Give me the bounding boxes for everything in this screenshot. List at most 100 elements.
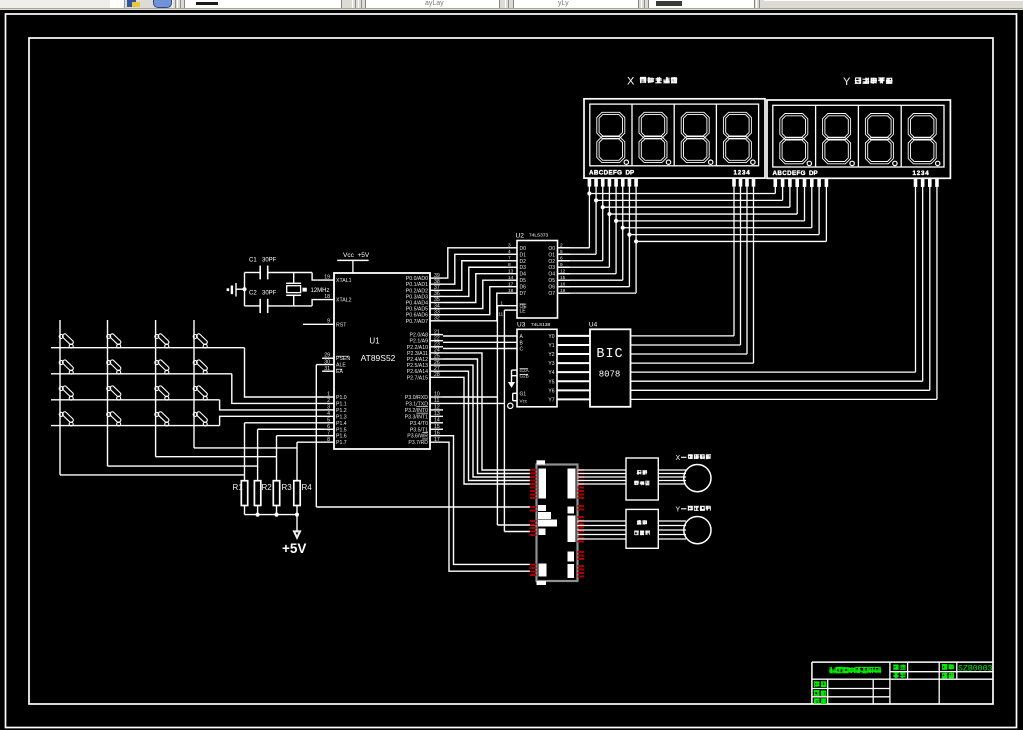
svg-text:1234: 1234 [734, 169, 751, 176]
svg-text:6: 6 [327, 424, 330, 430]
svg-text:29: 29 [324, 352, 330, 358]
svg-text:ABCDEFG: ABCDEFG [589, 169, 622, 176]
svg-text:19: 19 [560, 288, 566, 294]
svg-text:X: X [627, 76, 635, 88]
svg-text:12MHz: 12MHz [311, 288, 330, 294]
svg-text:A: A [520, 334, 524, 340]
svg-text:P2.1/A9: P2.1/A9 [410, 339, 429, 345]
svg-text:P2.2/A10: P2.2/A10 [407, 345, 428, 351]
svg-text:C2: C2 [249, 291, 257, 297]
svg-text:Y5: Y5 [548, 379, 554, 385]
svg-text:7: 7 [508, 256, 511, 262]
svg-text:17: 17 [508, 281, 514, 287]
svg-text:P2.7/A15: P2.7/A15 [407, 375, 428, 381]
svg-text:P1.0: P1.0 [336, 395, 347, 401]
svg-text:PSEN: PSEN [336, 356, 350, 362]
svg-text:U2: U2 [516, 233, 525, 240]
svg-text:O3: O3 [548, 265, 555, 271]
svg-text:P1.4: P1.4 [336, 421, 347, 427]
svg-text:DP: DP [626, 169, 635, 176]
svg-text:D3: D3 [520, 265, 527, 271]
svg-text:Y6: Y6 [548, 388, 554, 394]
svg-text:16: 16 [434, 430, 440, 436]
svg-text:P2.3/A11: P2.3/A11 [407, 351, 428, 357]
svg-text:C1: C1 [249, 258, 257, 264]
svg-text:Y: Y [676, 507, 681, 514]
svg-text:4: 4 [327, 411, 330, 417]
svg-text:D1: D1 [520, 252, 527, 258]
svg-text:P1.5: P1.5 [336, 427, 347, 433]
svg-text:31: 31 [324, 366, 330, 372]
svg-text:D0: D0 [520, 246, 527, 252]
svg-text:Y4: Y4 [548, 370, 554, 376]
svg-text:C: C [520, 347, 524, 353]
svg-text:32: 32 [434, 316, 440, 322]
svg-text:Y: Y [843, 76, 851, 88]
svg-text:7: 7 [327, 430, 330, 436]
svg-text:U4: U4 [589, 322, 598, 329]
svg-text:SZB0003: SZB0003 [958, 665, 992, 674]
svg-text:15: 15 [434, 424, 440, 430]
svg-text:P1.7: P1.7 [336, 440, 347, 446]
svg-text:21: 21 [434, 329, 440, 335]
svg-text:18: 18 [324, 294, 330, 300]
svg-text:3: 3 [508, 243, 511, 249]
svg-text:Y0: Y0 [548, 334, 554, 340]
svg-text:11: 11 [434, 398, 439, 404]
svg-text:74LS138: 74LS138 [531, 322, 551, 328]
svg-text:33: 33 [434, 309, 440, 315]
svg-text:39: 39 [434, 273, 440, 279]
svg-text:35: 35 [434, 297, 440, 303]
svg-text:P0.2/AD2: P0.2/AD2 [406, 288, 428, 294]
svg-text:Y1: Y1 [548, 343, 554, 349]
svg-text:P2.4/A12: P2.4/A12 [407, 357, 428, 363]
svg-text:O6: O6 [548, 285, 555, 291]
svg-text:11: 11 [498, 312, 503, 318]
svg-text:13: 13 [508, 269, 514, 275]
svg-text:X: X [676, 455, 681, 462]
svg-text:24: 24 [434, 348, 440, 354]
svg-text:O7: O7 [548, 291, 555, 297]
svg-text:P1.2: P1.2 [336, 408, 347, 414]
svg-text:+5V: +5V [358, 252, 370, 259]
svg-text:P0.0/AD0: P0.0/AD0 [406, 276, 428, 282]
svg-text:R4: R4 [302, 483, 313, 492]
svg-text:30PF: 30PF [262, 291, 277, 297]
svg-text:14: 14 [508, 275, 514, 281]
svg-text:9: 9 [560, 262, 563, 268]
svg-text:U3: U3 [517, 322, 526, 329]
svg-text:D6: D6 [520, 285, 527, 291]
svg-text:RST: RST [336, 322, 347, 328]
svg-text:U1: U1 [369, 337, 380, 346]
svg-text:B: B [520, 340, 524, 346]
svg-text:P2.0/A8: P2.0/A8 [410, 333, 429, 339]
svg-text:R1: R1 [233, 483, 244, 492]
svg-text:P1.3: P1.3 [336, 414, 347, 420]
svg-text:9: 9 [327, 319, 330, 325]
svg-text:30: 30 [324, 359, 330, 365]
svg-text:14: 14 [434, 418, 440, 424]
svg-text:+5V: +5V [282, 541, 306, 556]
svg-text:P1.1: P1.1 [336, 401, 347, 407]
svg-text:P0.3/AD3: P0.3/AD3 [406, 294, 428, 300]
svg-text:6: 6 [560, 256, 563, 262]
svg-text:P3.0/RXD: P3.0/RXD [405, 395, 428, 401]
svg-text:28: 28 [434, 372, 440, 378]
svg-text:8: 8 [508, 262, 511, 268]
svg-text:P0.4/AD4: P0.4/AD4 [406, 301, 428, 307]
svg-text:ALE: ALE [336, 363, 346, 369]
svg-text:23: 23 [434, 342, 440, 348]
svg-text:1: 1 [327, 392, 330, 398]
svg-text:30PF: 30PF [262, 258, 277, 264]
svg-text:G1: G1 [520, 391, 527, 397]
svg-text:27: 27 [434, 366, 440, 372]
svg-text:36: 36 [434, 291, 440, 297]
svg-text:D2: D2 [520, 259, 527, 265]
svg-text:8078: 8078 [599, 370, 621, 380]
svg-text:2: 2 [560, 243, 563, 249]
svg-text:Y2: Y2 [548, 352, 554, 358]
svg-text:R3: R3 [282, 483, 293, 492]
svg-text:19: 19 [324, 274, 330, 280]
svg-text:5: 5 [560, 249, 563, 255]
svg-text:O4: O4 [548, 272, 555, 278]
